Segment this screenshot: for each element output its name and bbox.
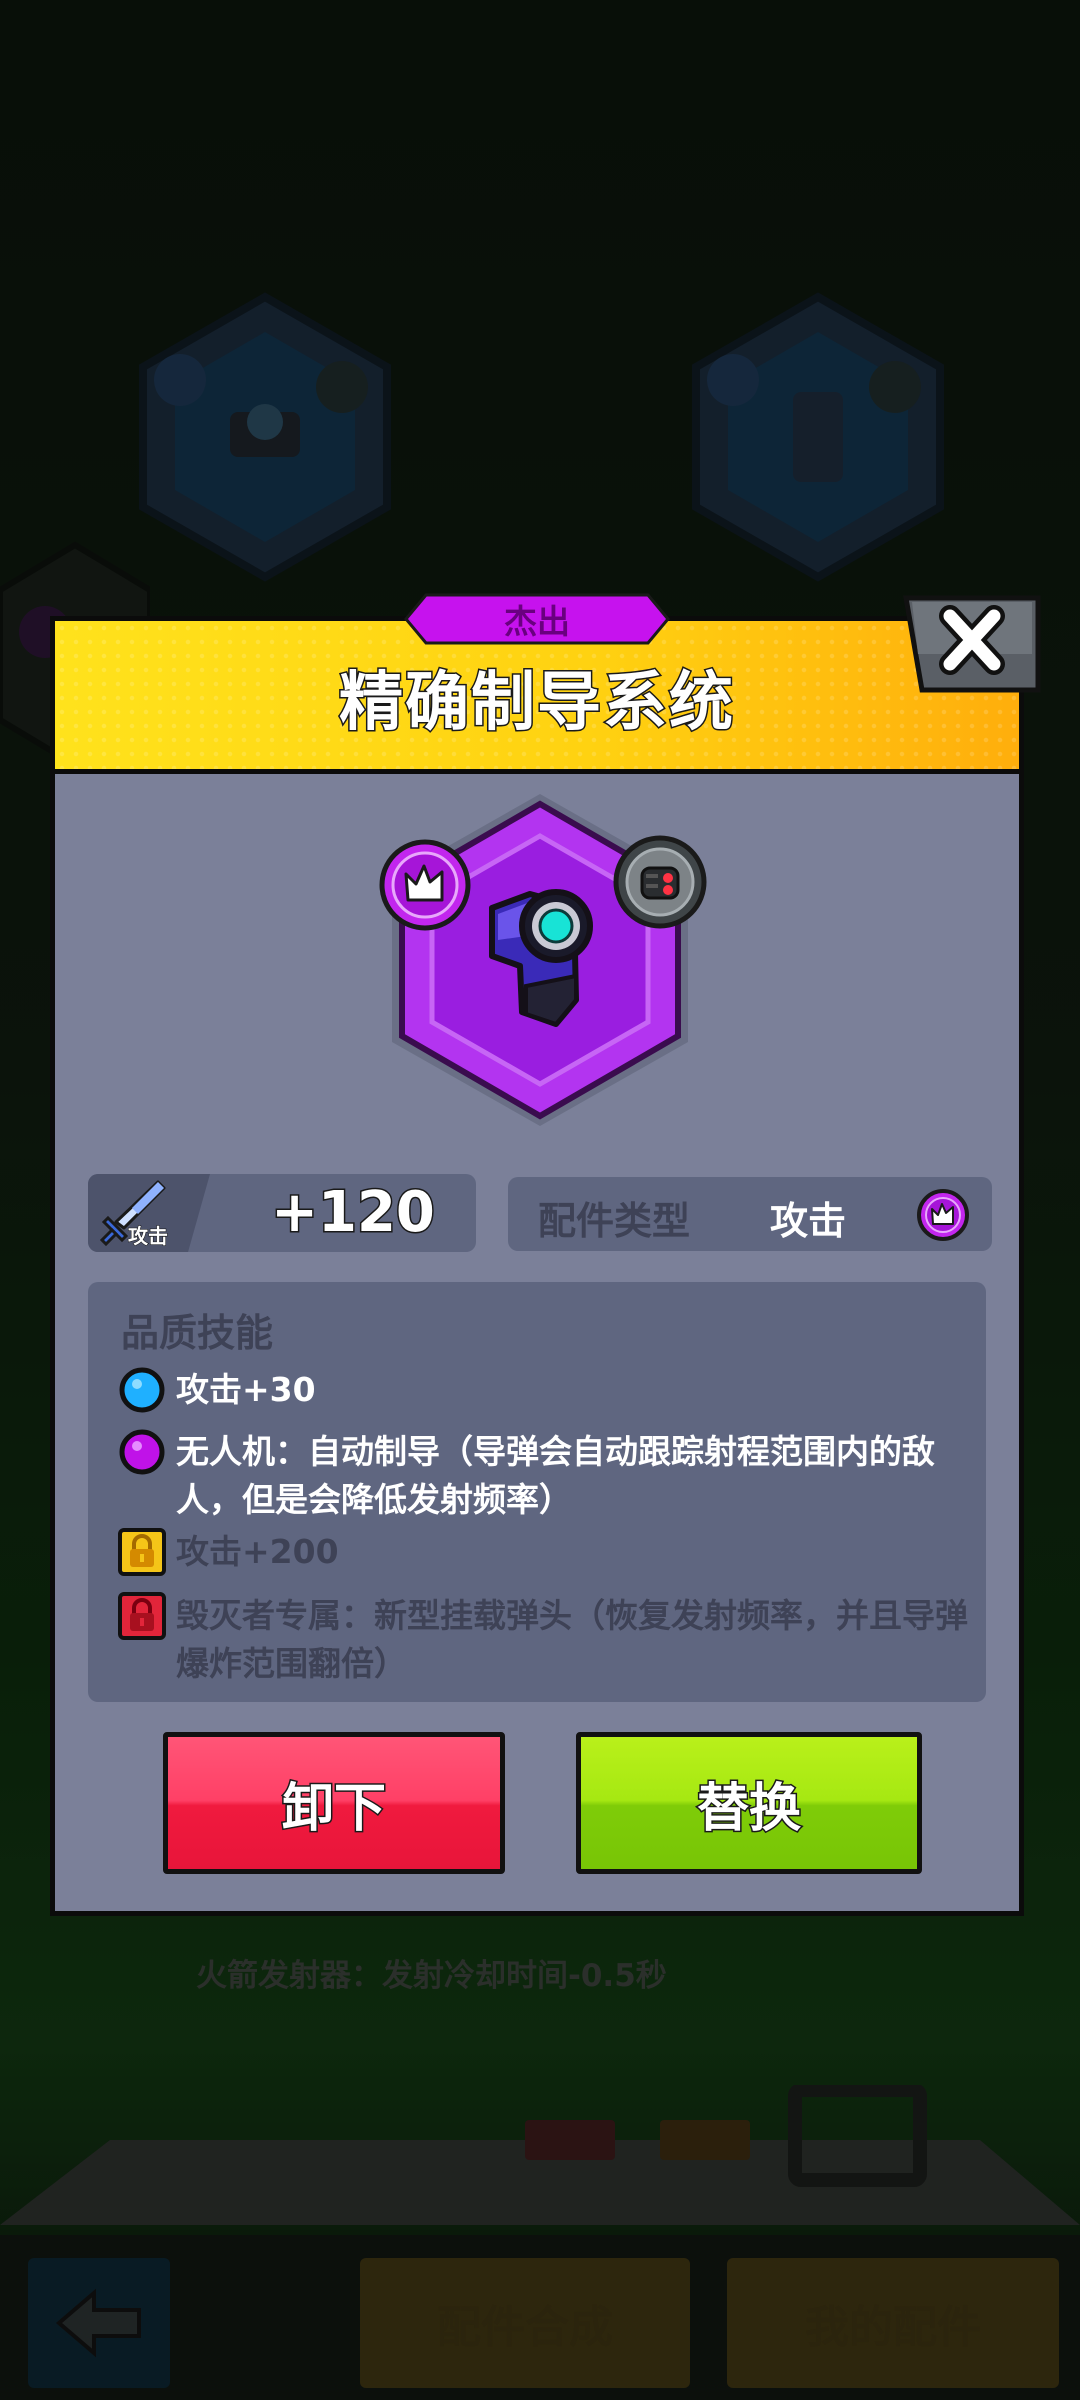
quality-skills-title: 品质技能 bbox=[121, 1311, 274, 1355]
skill-text: 攻击+200 bbox=[176, 1532, 339, 1571]
yellow-lock-icon bbox=[118, 1528, 166, 1576]
part-type-value: 攻击 bbox=[770, 1199, 847, 1243]
drone-badge-icon bbox=[613, 835, 707, 929]
close-x-icon bbox=[939, 605, 1005, 675]
quality-skills-panel: 品质技能 攻击+30 无人机：自动制导（导弹会自动跟踪射程范围内的敌人，但是会降… bbox=[88, 1282, 986, 1702]
unequip-button[interactable]: 卸下 bbox=[163, 1732, 505, 1874]
attack-stat: 攻击 +120 bbox=[88, 1174, 476, 1252]
part-title: 精确制导系统 bbox=[338, 665, 735, 742]
attack-burst-badge-icon bbox=[917, 1189, 969, 1241]
rarity-label: 杰出 bbox=[504, 602, 570, 641]
skill-text: 毁灭者专属：新型挂载弹头（恢复发射频率，并且导弹爆炸范围翻倍） bbox=[176, 1596, 968, 1683]
blue-gem-icon bbox=[119, 1367, 165, 1413]
skill-text: 无人机：自动制导（导弹会自动跟踪射程范围内的敌人，但是会降低发射频率） bbox=[176, 1432, 935, 1519]
skill-text: 攻击+30 bbox=[176, 1370, 316, 1409]
part-type-label: 配件类型 bbox=[538, 1199, 691, 1243]
attack-label: 攻击 bbox=[128, 1224, 169, 1249]
attack-burst-badge-icon bbox=[379, 839, 471, 931]
replace-button[interactable]: 替换 bbox=[576, 1732, 922, 1874]
close-button[interactable] bbox=[902, 594, 1042, 694]
part-type-stat: 配件类型 攻击 bbox=[508, 1177, 992, 1251]
rarity-tag: 杰出 bbox=[404, 593, 670, 645]
red-lock-icon bbox=[118, 1592, 166, 1640]
attack-value: +120 bbox=[270, 1179, 437, 1247]
purple-gem-icon bbox=[119, 1429, 165, 1475]
